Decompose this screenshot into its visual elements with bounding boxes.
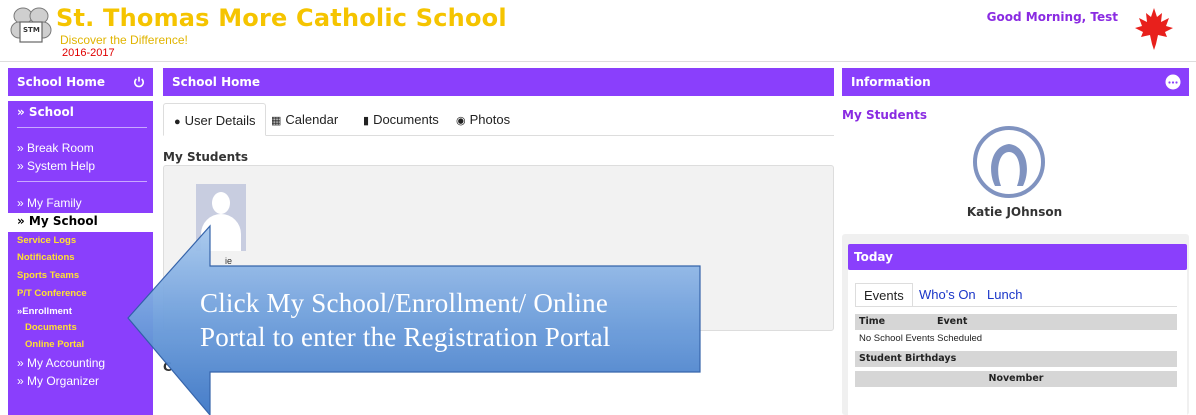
power-icon[interactable] xyxy=(133,76,145,88)
sidebar-item-notifications[interactable]: Notifications xyxy=(8,252,153,263)
no-events-row: No School Events Scheduled xyxy=(859,333,983,344)
sidebar-item-documents[interactable]: Documents xyxy=(8,322,153,333)
info-my-students-title: My Students xyxy=(842,108,928,122)
info-title: Information xyxy=(851,75,931,89)
student-card-name[interactable]: ie xyxy=(225,256,232,266)
section-title-partial: C xyxy=(163,360,172,374)
student-avatar[interactable] xyxy=(973,126,1045,198)
sidebar-item-system-help[interactable]: » System Help xyxy=(8,159,153,173)
main-tab-bar: ● User Details ▦ Calendar ▮ Documents ◉ Phot… xyxy=(163,103,834,136)
my-students-title: My Students xyxy=(163,150,249,164)
callout-line-1: Click My School/Enrollment/ Online xyxy=(200,288,609,318)
sidebar-item-service-logs[interactable]: Service Logs xyxy=(8,235,153,246)
tab-calendar[interactable]: ▦ Calendar xyxy=(271,103,338,136)
info-header: Information xyxy=(842,68,1189,96)
birthdays-header: Student Birthdays xyxy=(855,351,1177,367)
document-icon: ▮ xyxy=(363,115,370,127)
sidebar-item-sports-teams[interactable]: Sports Teams xyxy=(8,270,153,281)
callout-line-2: Portal to enter the Registration Portal xyxy=(200,322,611,352)
sidebar-item-enrollment[interactable]: »Enrollment xyxy=(8,306,153,317)
events-table-header: Time Event xyxy=(855,314,1177,330)
calendar-icon: ▦ xyxy=(271,115,282,127)
logo-text: STM xyxy=(23,26,40,34)
today-tab-events[interactable]: Events xyxy=(855,283,913,307)
sidebar-header: School Home xyxy=(8,68,153,96)
sidebar-item-my-accounting[interactable]: » My Accounting xyxy=(8,356,153,370)
tab-photos[interactable]: ◉ Photos xyxy=(456,103,510,136)
tab-label: Calendar xyxy=(285,112,339,127)
student-photo-placeholder[interactable] xyxy=(196,184,246,251)
col-event: Event xyxy=(937,316,968,327)
student-name[interactable]: Katie JOhnson xyxy=(842,205,1187,219)
today-tab-lunch[interactable]: Lunch xyxy=(987,283,1022,307)
school-name[interactable]: St. Thomas More Catholic School xyxy=(56,4,507,32)
maple-leaf-icon xyxy=(1135,8,1173,50)
sidebar-item-school[interactable]: » School xyxy=(8,105,153,119)
more-options-icon[interactable] xyxy=(1165,74,1181,90)
main-header: School Home xyxy=(163,68,834,96)
main-title: School Home xyxy=(172,75,261,89)
sidebar-divider xyxy=(17,181,147,182)
school-tagline: Discover the Difference! xyxy=(60,33,188,47)
today-tab-divider xyxy=(855,306,1177,307)
camera-icon: ◉ xyxy=(456,115,466,127)
sidebar-item-my-school[interactable]: » My School xyxy=(8,214,153,228)
today-tab-whos-on[interactable]: Who's On xyxy=(919,283,976,307)
page-header: STM St. Thomas More Catholic School Disc… xyxy=(0,0,1196,62)
tab-documents[interactable]: ▮ Documents xyxy=(363,103,439,136)
tab-label: Photos xyxy=(469,112,511,127)
callout-text: Click My School/Enrollment/ Online Porta… xyxy=(200,286,700,354)
sidebar-item-my-family[interactable]: » My Family xyxy=(8,196,153,210)
today-header: Today xyxy=(848,244,1187,270)
col-time: Time xyxy=(859,316,886,327)
user-greeting[interactable]: Good Morning, Test xyxy=(987,10,1118,24)
sidebar-item-break-room[interactable]: » Break Room xyxy=(8,141,153,155)
school-year: 2016-2017 xyxy=(62,47,115,59)
tab-label: Documents xyxy=(373,112,439,127)
sidebar-divider xyxy=(17,127,147,128)
user-icon: ● xyxy=(174,116,181,128)
birthdays-month: November xyxy=(855,371,1177,387)
sidebar-item-online-portal[interactable]: Online Portal xyxy=(8,339,153,350)
sidebar: » School » Break Room » System Help » My… xyxy=(8,101,153,415)
sidebar-item-pt-conference[interactable]: P/T Conference xyxy=(8,288,153,299)
sidebar-title: School Home xyxy=(17,75,106,89)
tab-user-details[interactable]: ● User Details xyxy=(163,103,267,136)
tab-label: User Details xyxy=(184,113,256,128)
sidebar-item-my-organizer[interactable]: » My Organizer xyxy=(8,374,153,388)
